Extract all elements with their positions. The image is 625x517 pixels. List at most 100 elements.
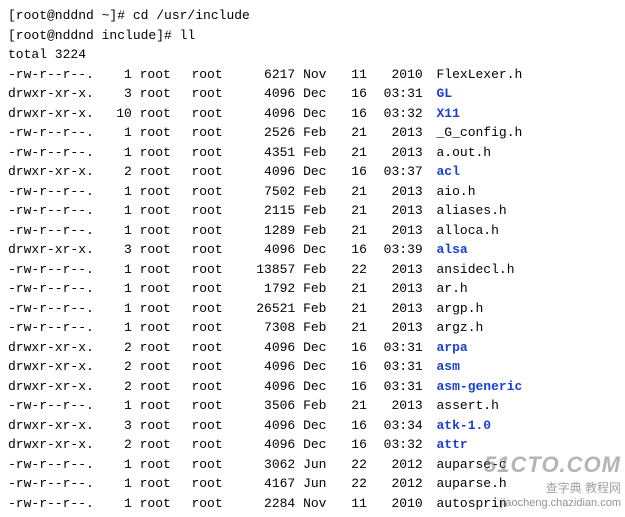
date-day: 21 <box>343 182 367 202</box>
date-time: 2013 <box>375 279 423 299</box>
owner: root <box>140 65 184 85</box>
link-count: 1 <box>108 299 132 319</box>
file-size: 4096 <box>243 435 295 455</box>
shell-prompt: [root@nddnd ~]# <box>8 8 133 23</box>
file-size: 4096 <box>243 84 295 104</box>
file-size: 4096 <box>243 162 295 182</box>
listing-row: -rw-r--r--. 1 root root 26521 Feb 21 201… <box>8 299 617 319</box>
file-size: 26521 <box>243 299 295 319</box>
owner: root <box>140 240 184 260</box>
permissions: drwxr-xr-x. <box>8 104 100 124</box>
file-name: aio.h <box>431 182 476 202</box>
date-day: 16 <box>343 240 367 260</box>
owner: root <box>140 494 184 514</box>
permissions: -rw-r--r--. <box>8 123 100 143</box>
listing-row: -rw-r--r--. 1 root root 4167 Jun 22 2012… <box>8 474 617 494</box>
date-day: 16 <box>343 435 367 455</box>
link-count: 1 <box>108 396 132 416</box>
owner: root <box>140 182 184 202</box>
date-day: 11 <box>343 65 367 85</box>
directory-name: X11 <box>431 104 460 124</box>
group: root <box>191 279 235 299</box>
link-count: 2 <box>108 435 132 455</box>
group: root <box>191 416 235 436</box>
permissions: -rw-r--r--. <box>8 318 100 338</box>
link-count: 1 <box>108 318 132 338</box>
link-count: 2 <box>108 377 132 397</box>
file-size: 2284 <box>243 494 295 514</box>
date-month: Feb <box>303 182 335 202</box>
link-count: 1 <box>108 455 132 475</box>
file-size: 4167 <box>243 474 295 494</box>
date-month: Dec <box>303 84 335 104</box>
date-month: Dec <box>303 338 335 358</box>
group: root <box>191 338 235 358</box>
permissions: -rw-r--r--. <box>8 474 100 494</box>
owner: root <box>140 123 184 143</box>
file-size: 3506 <box>243 396 295 416</box>
date-time: 2013 <box>375 182 423 202</box>
listing-row: drwxr-xr-x. 3 root root 4096 Dec 16 03:3… <box>8 240 617 260</box>
date-time: 2013 <box>375 299 423 319</box>
date-time: 2013 <box>375 318 423 338</box>
date-day: 16 <box>343 416 367 436</box>
link-count: 1 <box>108 123 132 143</box>
date-day: 16 <box>343 338 367 358</box>
group: root <box>191 221 235 241</box>
group: root <box>191 494 235 514</box>
shell-command: cd /usr/include <box>133 8 250 23</box>
group: root <box>191 201 235 221</box>
group: root <box>191 84 235 104</box>
total-line: total 3224 <box>8 45 617 65</box>
file-size: 1289 <box>243 221 295 241</box>
directory-name: asm-generic <box>431 377 523 397</box>
owner: root <box>140 279 184 299</box>
date-month: Feb <box>303 260 335 280</box>
link-count: 3 <box>108 416 132 436</box>
date-day: 21 <box>343 318 367 338</box>
date-time: 2013 <box>375 143 423 163</box>
date-month: Dec <box>303 416 335 436</box>
owner: root <box>140 104 184 124</box>
group: root <box>191 260 235 280</box>
file-name: _G_config.h <box>431 123 523 143</box>
file-size: 13857 <box>243 260 295 280</box>
owner: root <box>140 299 184 319</box>
listing-row: drwxr-xr-x. 2 root root 4096 Dec 16 03:3… <box>8 377 617 397</box>
file-name: aliases.h <box>431 201 507 221</box>
file-size: 4096 <box>243 357 295 377</box>
permissions: drwxr-xr-x. <box>8 435 100 455</box>
permissions: drwxr-xr-x. <box>8 240 100 260</box>
date-month: Dec <box>303 357 335 377</box>
file-size: 4096 <box>243 104 295 124</box>
link-count: 2 <box>108 162 132 182</box>
date-time: 03:31 <box>375 84 423 104</box>
link-count: 1 <box>108 221 132 241</box>
date-month: Feb <box>303 299 335 319</box>
permissions: drwxr-xr-x. <box>8 357 100 377</box>
directory-name: acl <box>431 162 460 182</box>
owner: root <box>140 435 184 455</box>
group: root <box>191 377 235 397</box>
prompt-line: [root@nddnd include]# ll <box>8 26 617 46</box>
date-time: 2010 <box>375 65 423 85</box>
listing-row: -rw-r--r--. 1 root root 3062 Jun 22 2012… <box>8 455 617 475</box>
link-count: 1 <box>108 182 132 202</box>
file-size: 4096 <box>243 377 295 397</box>
date-month: Dec <box>303 104 335 124</box>
link-count: 1 <box>108 65 132 85</box>
file-name: FlexLexer.h <box>431 65 523 85</box>
owner: root <box>140 162 184 182</box>
date-day: 22 <box>343 474 367 494</box>
group: root <box>191 357 235 377</box>
listing-row: -rw-r--r--. 1 root root 1289 Feb 21 2013… <box>8 221 617 241</box>
date-day: 16 <box>343 377 367 397</box>
file-name: argz.h <box>431 318 484 338</box>
date-time: 03:32 <box>375 104 423 124</box>
listing-row: drwxr-xr-x. 3 root root 4096 Dec 16 03:3… <box>8 416 617 436</box>
date-day: 22 <box>343 455 367 475</box>
permissions: -rw-r--r--. <box>8 396 100 416</box>
file-size: 7502 <box>243 182 295 202</box>
listing-row: -rw-r--r--. 1 root root 3506 Feb 21 2013… <box>8 396 617 416</box>
group: root <box>191 455 235 475</box>
